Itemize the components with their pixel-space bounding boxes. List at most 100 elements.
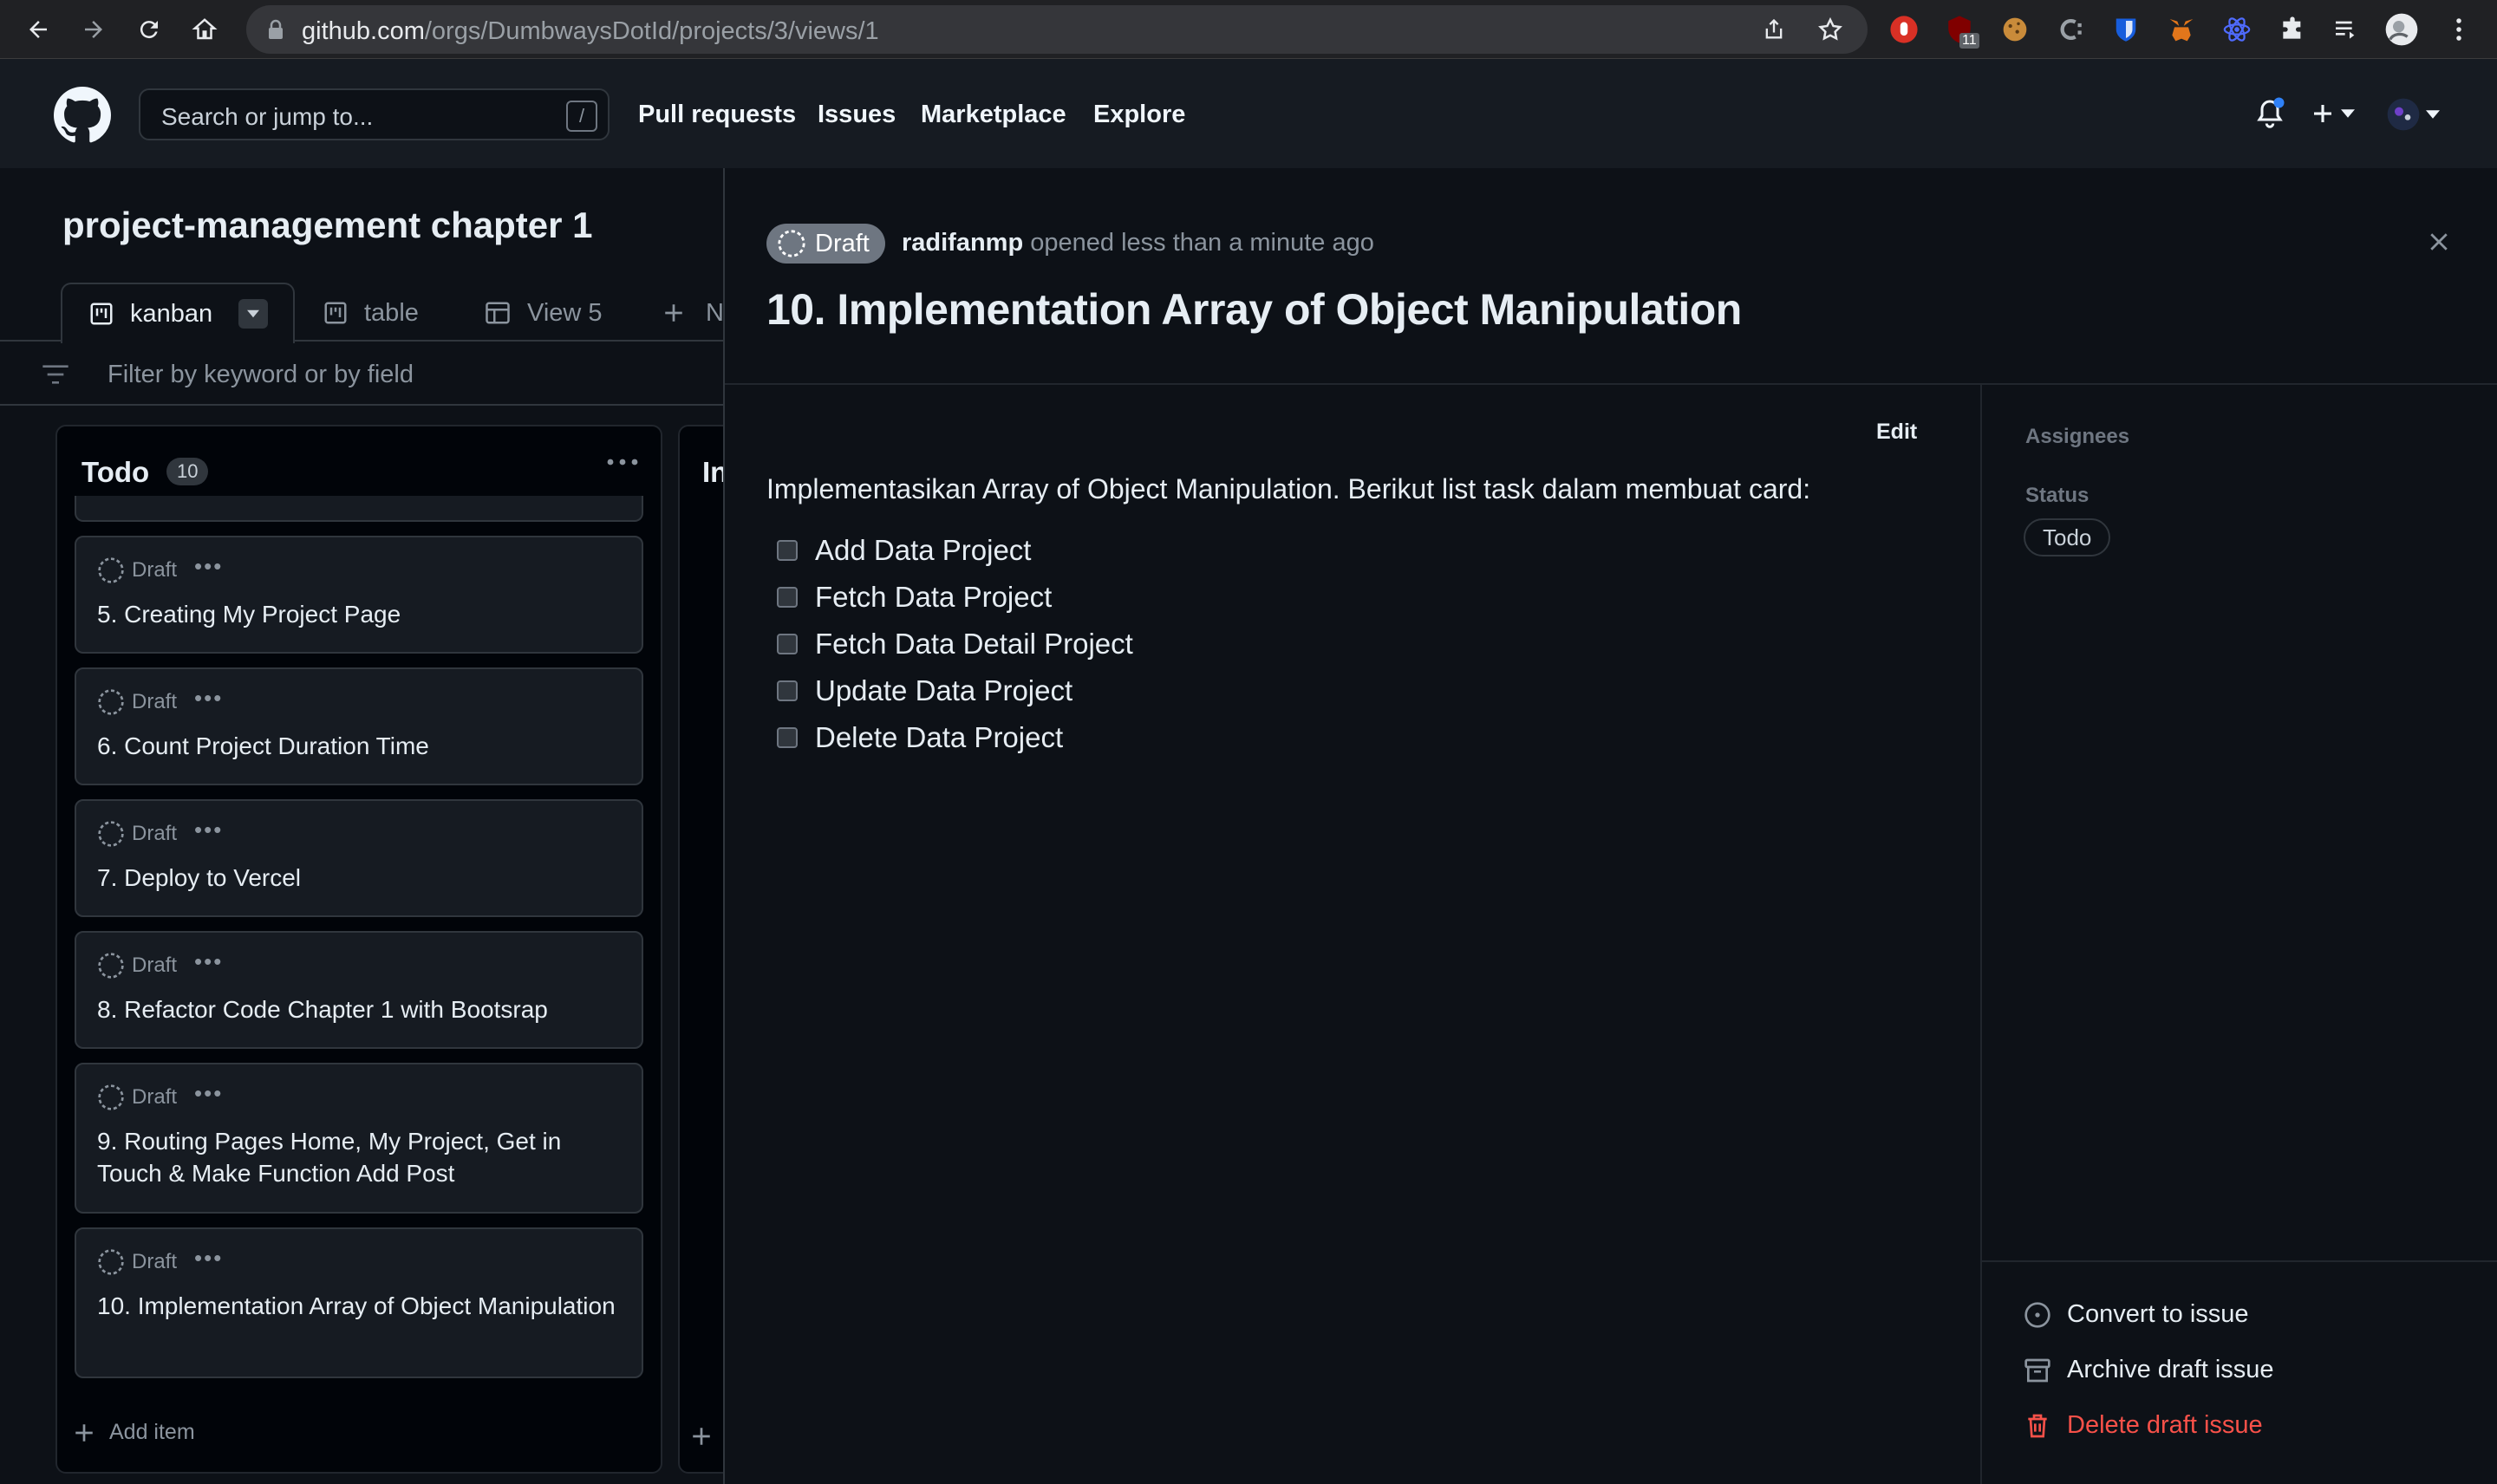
convert-to-issue-button[interactable]: Convert to issue [2024, 1300, 2249, 1329]
cookie-icon[interactable] [1998, 12, 2032, 47]
new-view-label: N [706, 298, 723, 327]
task-item[interactable]: Fetch Data Project [777, 581, 1052, 614]
card-partial[interactable] [75, 496, 643, 522]
card-title[interactable]: 5. Creating My Project Page [97, 598, 617, 630]
nav-pull-requests[interactable]: Pull requests [638, 101, 796, 129]
assignees-label[interactable]: Assignees [2025, 425, 2129, 449]
card-item[interactable]: Draft ••• 7. Deploy to Vercel [75, 799, 643, 917]
user-menu[interactable] [2386, 97, 2440, 132]
nav-issues[interactable]: Issues [818, 101, 896, 129]
archive-draft-button[interactable]: Archive draft issue [2024, 1356, 2274, 1384]
extensions-puzzle-icon[interactable] [2275, 12, 2310, 47]
profile-avatar-icon[interactable] [2384, 12, 2419, 47]
reading-list-icon[interactable] [2329, 12, 2363, 47]
task-item[interactable]: Add Data Project [777, 534, 1031, 567]
bitwarden-icon[interactable] [2109, 12, 2143, 47]
card-menu-icon[interactable]: ••• [194, 948, 223, 975]
filter-bar[interactable]: Filter by keyword or by field [0, 343, 723, 406]
draft-issue-icon [98, 557, 124, 583]
card-title[interactable]: 8. Refactor Code Chapter 1 with Bootsrap [97, 993, 617, 1025]
bookmark-star-icon[interactable] [1817, 16, 1843, 42]
browser-menu-icon[interactable] [2442, 12, 2476, 47]
notifications-bell-icon[interactable] [2254, 97, 2285, 132]
card-item[interactable]: Draft ••• 6. Count Project Duration Time [75, 667, 643, 785]
issue-sidebar: Assignees Status Todo Convert to issue A… [1980, 385, 2497, 1484]
task-label: Update Data Project [815, 674, 1073, 706]
extension-hand-icon[interactable] [1887, 12, 1921, 47]
task-label: Add Data Project [815, 534, 1032, 566]
avatar-icon [2387, 98, 2420, 131]
view-options-chevron-icon[interactable] [238, 299, 269, 329]
ublock-origin-icon[interactable]: 11 [1942, 12, 1979, 49]
new-view-button[interactable]: N [662, 283, 723, 343]
task-item[interactable]: Delete Data Project [777, 721, 1063, 754]
add-item-plus-icon[interactable] [690, 1425, 713, 1448]
card-title[interactable]: 9. Routing Pages Home, My Project, Get i… [97, 1125, 617, 1189]
ublock-count-badge: 11 [1959, 33, 1979, 49]
card-title[interactable]: 7. Deploy to Vercel [97, 862, 617, 894]
github-header: Search or jump to... / Pull requests Iss… [0, 59, 2497, 168]
create-new-menu[interactable] [2310, 101, 2355, 127]
author-link[interactable]: radifanmp [902, 229, 1023, 257]
tab-table[interactable]: table [323, 283, 419, 343]
task-item[interactable]: Fetch Data Detail Project [777, 628, 1133, 661]
panel-header: Draft radifanmp opened less than a minut… [725, 168, 2497, 385]
card-menu-icon[interactable]: ••• [194, 817, 223, 843]
nav-explore[interactable]: Explore [1093, 101, 1185, 129]
card-menu-icon[interactable]: ••• [194, 1080, 223, 1107]
trash-icon [2028, 1414, 2047, 1437]
reload-icon[interactable] [130, 10, 168, 49]
card-menu-icon[interactable]: ••• [194, 1245, 223, 1272]
home-icon[interactable] [186, 10, 224, 49]
column-menu-kebab-icon[interactable] [607, 458, 638, 466]
draft-issue-panel: Draft radifanmp opened less than a minut… [723, 168, 2497, 1484]
add-item-button[interactable]: Add item [73, 1420, 195, 1445]
card-menu-icon[interactable]: ••• [194, 553, 223, 580]
forward-icon[interactable] [75, 10, 113, 49]
react-devtools-icon[interactable] [2220, 12, 2254, 47]
tab-kanban[interactable]: kanban [61, 283, 295, 343]
card-title[interactable]: 6. Count Project Duration Time [97, 730, 617, 762]
filter-input[interactable]: Filter by keyword or by field [108, 361, 414, 389]
task-label: Fetch Data Project [815, 581, 1053, 613]
back-icon[interactable] [19, 10, 57, 49]
card-menu-icon[interactable]: ••• [194, 685, 223, 712]
delete-draft-button[interactable]: Delete draft issue [2024, 1411, 2263, 1440]
tab-view-5[interactable]: View 5 [484, 283, 603, 343]
task-checkbox[interactable] [777, 634, 798, 654]
card-item[interactable]: Draft ••• 9. Routing Pages Home, My Proj… [75, 1063, 643, 1214]
github-logo-icon[interactable] [54, 87, 111, 144]
task-checkbox[interactable] [777, 727, 798, 748]
issue-title: 10. Implementation Array of Object Manip… [766, 285, 1742, 334]
extension-c-icon[interactable] [2053, 12, 2088, 47]
card-item-selected[interactable]: Draft ••• 10. Implementation Array of Ob… [75, 1227, 643, 1378]
task-label: Delete Data Project [815, 721, 1064, 753]
nav-marketplace[interactable]: Marketplace [921, 101, 1066, 129]
card-status: Draft [132, 822, 178, 845]
status-badge[interactable]: Todo [2024, 518, 2111, 556]
card-item[interactable]: Draft ••• 5. Creating My Project Page [75, 536, 643, 654]
address-bar[interactable]: github.com/orgs/DumbwaysDotId/projects/3… [246, 5, 1868, 54]
task-checkbox[interactable] [777, 680, 798, 701]
card-title[interactable]: 10. Implementation Array of Object Manip… [97, 1290, 617, 1322]
caret-down-icon [2341, 109, 2355, 118]
view-tabs: kanban table View 5 N [0, 283, 723, 343]
search-input[interactable]: Search or jump to... / [139, 88, 610, 140]
issue-actions: Convert to issue Archive draft issue Del… [1982, 1260, 2497, 1484]
archive-icon [2024, 1358, 2050, 1382]
share-icon[interactable] [1762, 17, 1786, 42]
task-checkbox[interactable] [777, 587, 798, 608]
task-checkbox[interactable] [777, 540, 798, 561]
lock-icon [267, 19, 284, 40]
close-icon[interactable] [2426, 229, 2457, 260]
add-item-label: Add item [109, 1420, 195, 1444]
card-item[interactable]: Draft ••• 8. Refactor Code Chapter 1 wit… [75, 931, 643, 1049]
draft-badge-label: Draft [815, 229, 870, 257]
plus-icon [75, 1423, 93, 1442]
status-label[interactable]: Status [2025, 484, 2089, 508]
metamask-fox-icon[interactable] [2164, 12, 2199, 47]
column-count-badge: 10 [166, 458, 209, 485]
draft-issue-icon [98, 1249, 124, 1275]
edit-button[interactable]: Edit [1876, 420, 1917, 445]
task-item[interactable]: Update Data Project [777, 674, 1072, 707]
